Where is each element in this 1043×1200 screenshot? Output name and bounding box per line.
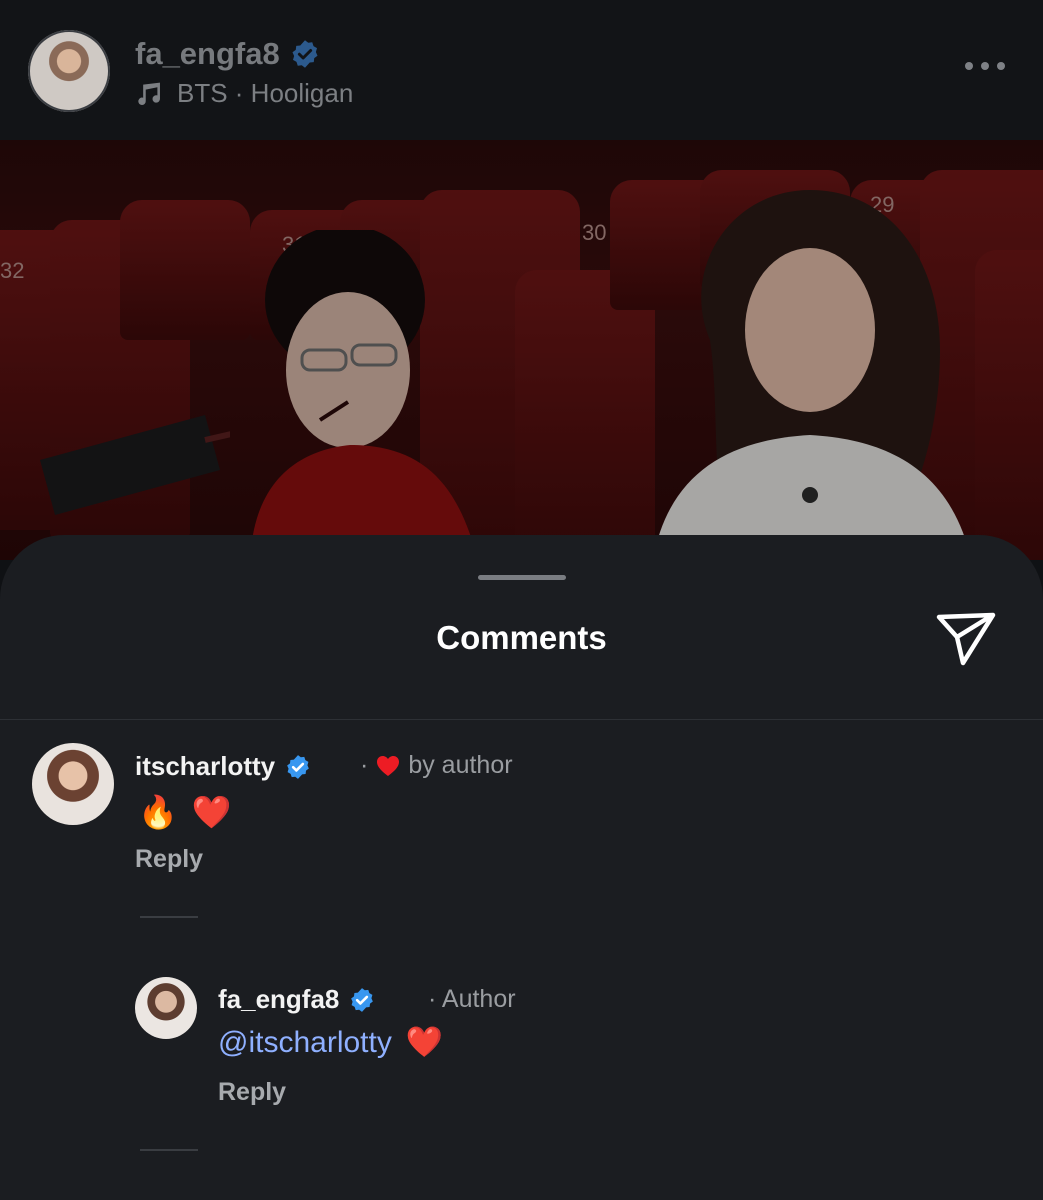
- comment-text: @itscharlotty ❤️: [218, 1025, 443, 1060]
- thread-line[interactable]: [140, 916, 198, 918]
- music-note-icon: [138, 82, 160, 105]
- sheet-title: Comments: [436, 619, 607, 656]
- sheet-divider: [0, 719, 1043, 720]
- photo-overlay: [0, 140, 1043, 560]
- commenter-username[interactable]: itscharlotty: [135, 751, 275, 782]
- commenter-username-row[interactable]: fa_engfa8: [218, 984, 375, 1015]
- heart-emoji: ❤️: [191, 794, 232, 830]
- heart-emoji: ❤️: [405, 1026, 444, 1059]
- meta-separator: ·: [360, 751, 369, 779]
- verified-badge-icon: [287, 754, 309, 779]
- verified-badge-icon: [292, 40, 318, 68]
- verified-badge-icon: [351, 987, 374, 1012]
- heart-icon: [377, 755, 400, 776]
- comments-sheet: Comments itscharlotty · by author 🔥 ❤️ R…: [0, 535, 1043, 1200]
- author-username[interactable]: fa_engfa8: [135, 36, 280, 72]
- sheet-drag-handle[interactable]: [478, 575, 566, 580]
- share-send-icon[interactable]: [935, 609, 997, 667]
- author-username-row[interactable]: fa_engfa8: [135, 36, 320, 72]
- commenter-username[interactable]: fa_engfa8: [218, 984, 339, 1015]
- author-avatar[interactable]: [28, 30, 110, 112]
- reply-button[interactable]: Reply: [218, 1078, 286, 1107]
- commenter-avatar[interactable]: [32, 743, 114, 825]
- commenter-avatar[interactable]: [135, 977, 197, 1039]
- comment-text: 🔥 ❤️: [138, 793, 232, 831]
- post-image[interactable]: 32 31 30 29: [0, 140, 1043, 560]
- music-attribution[interactable]: BTS · Hooligan: [135, 78, 353, 109]
- liked-by-author-row: · by author: [360, 751, 513, 780]
- author-tag: · Author: [428, 985, 516, 1013]
- music-label[interactable]: BTS · Hooligan: [177, 78, 353, 109]
- commenter-username-row[interactable]: itscharlotty: [135, 751, 311, 782]
- liked-by-author-label: by author: [408, 751, 513, 779]
- fire-emoji: 🔥: [138, 794, 178, 830]
- reply-button[interactable]: Reply: [135, 845, 203, 874]
- thread-line[interactable]: [140, 1149, 198, 1151]
- mention-link[interactable]: @itscharlotty: [218, 1026, 392, 1060]
- more-options-icon[interactable]: [965, 62, 1005, 70]
- post-header: fa_engfa8 BTS · Hooligan: [0, 0, 1043, 141]
